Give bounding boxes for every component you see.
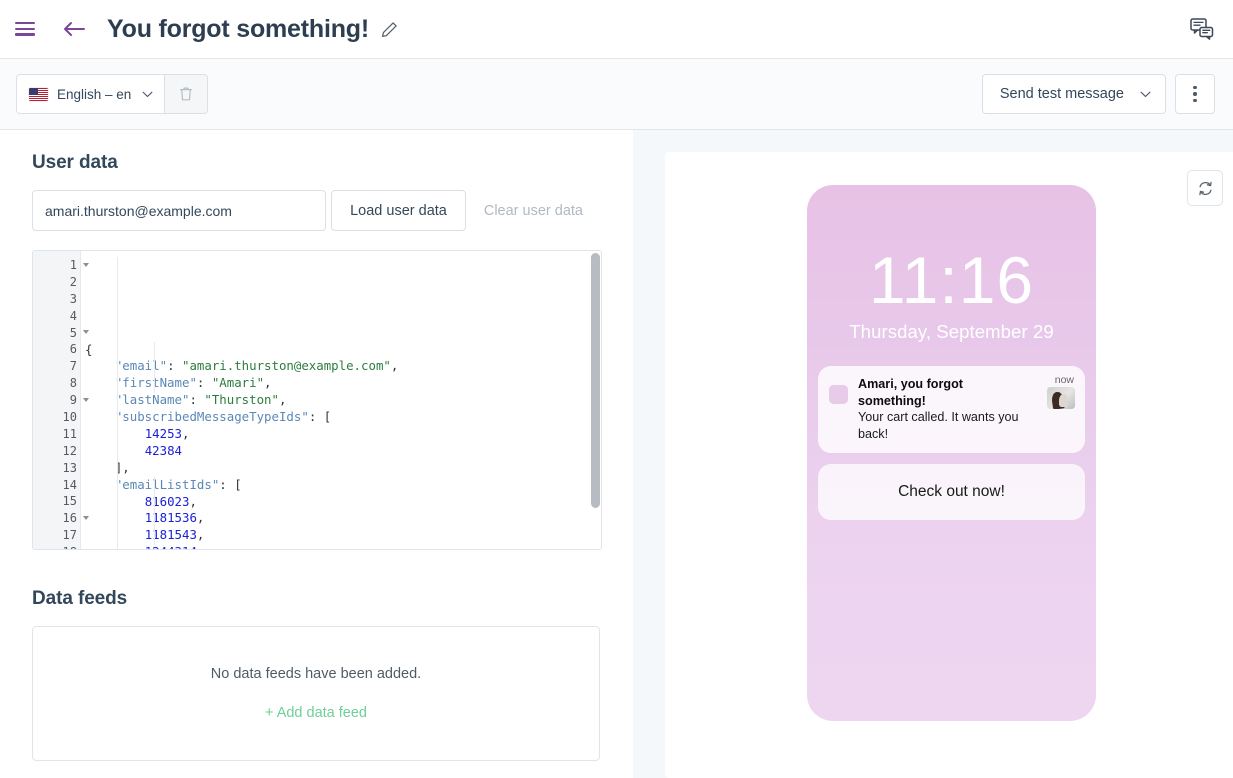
editor-line-number: 1 [33,257,89,274]
left-panel: User data Load user data Clear user data… [0,130,633,778]
editor-code-line: 14253, [144,425,190,441]
thumbnail-shape [1059,394,1068,407]
preview-card: 11:16 Thursday, September 29 Amari, you … [665,152,1233,778]
hamburger-menu-icon[interactable] [15,22,35,36]
editor-line-number: 2 [69,274,77,289]
refresh-sync-icon [1198,181,1212,195]
editor-line-number: 17 [62,528,77,543]
trash-icon [180,87,193,101]
hamburger-bar [15,27,35,30]
editor-vertical-scrollbar[interactable] [591,253,600,508]
notification-body: Amari, you forgot something! Your cart c… [858,376,1074,442]
kebab-dot [1193,98,1197,103]
flag-canton [29,87,38,95]
editor-code-line: "lastName": "Thurston", [114,392,287,408]
editor-code-line: 1244314 [85,544,601,549]
topbar-actions [1189,16,1215,42]
send-test-message-button[interactable]: Send test message [981,74,1166,114]
sub-toolbar: English – en Send test message [0,59,1233,130]
user-email-input[interactable] [32,190,327,231]
more-options-button[interactable] [1175,74,1215,114]
editor-code-line: "subscribedMessageTypeIds": [ [114,409,332,425]
editor-code-line: ], [114,459,130,475]
phone-lockscreen-preview: 11:16 Thursday, September 29 Amari, you … [807,185,1096,721]
hamburger-bar [15,22,35,25]
editor-line-number: 8 [69,376,77,391]
data-feeds-heading: Data feeds [32,588,128,609]
editor-code-line: "email": "amari.thurston@example.com", [114,358,399,374]
indent-guide [154,342,155,393]
lockscreen-time: 11:16 [868,243,1035,317]
editor-line-number: 15 [62,494,77,509]
back-arrow-icon[interactable] [61,16,87,42]
editor-line-number: 5 [33,325,89,342]
kebab-dot [1193,92,1197,96]
main-content: User data Load user data Clear user data… [0,130,1233,778]
notification-text: Your cart called. It wants you back! [858,410,1019,441]
user-data-controls: Load user data Clear user data [32,190,601,231]
notification-card[interactable]: Amari, you forgot something! Your cart c… [818,366,1085,454]
notification-timestamp: now [1054,374,1074,386]
editor-line-number: 4 [69,308,77,323]
json-code-editor[interactable]: 123456789101112131415161718 { "email": "… [32,250,602,550]
pencil-edit-icon[interactable] [380,19,400,39]
editor-line-number: 10 [62,410,77,425]
editor-code-line: { [85,341,93,357]
editor-line-number: 13 [62,460,77,475]
subbar-actions: Send test message [981,74,1215,114]
editor-line-number: 18 [33,544,80,549]
editor-line-number: 14 [62,477,77,492]
language-control-group: English – en [16,74,209,114]
editor-line-number: 16 [33,510,89,527]
app-badge-icon [829,385,848,404]
chevron-down-icon [1140,91,1151,97]
right-preview-panel: 11:16 Thursday, September 29 Amari, you … [633,130,1233,778]
clear-user-data-button[interactable]: Clear user data [466,190,601,231]
editor-code-line: 816023, [144,493,197,509]
editor-code-line: 42384 [144,442,182,458]
comment-bubbles-icon[interactable] [1189,16,1215,42]
editor-code-line: "firstName": "Amari", [114,375,272,391]
chevron-down-icon [142,91,153,97]
user-data-heading: User data [32,152,118,173]
lockscreen-date: Thursday, September 29 [849,321,1054,342]
notification-cta-card[interactable]: Check out now! [818,464,1085,521]
load-user-data-button[interactable]: Load user data [331,190,466,231]
editor-code-line: 1181536, [144,510,205,526]
indent-guide [154,477,155,545]
editor-line-number: 9 [33,392,89,409]
us-flag-icon [29,87,48,101]
top-bar: You forgot something! [0,0,1233,59]
add-data-feed-button[interactable]: + Add data feed [259,704,373,722]
editor-line-numbers: 123456789101112131415161718 [33,251,89,549]
send-test-message-label: Send test message [999,86,1124,102]
refresh-preview-button[interactable] [1187,170,1223,206]
kebab-dot [1193,85,1197,90]
language-label: English – en [57,86,132,102]
editor-code-line: "emailListIds": [ [114,476,242,492]
editor-line-number: 3 [69,291,77,306]
delete-language-button[interactable] [164,75,208,113]
hamburger-bar [15,33,35,36]
editor-line-number: 6 [69,342,77,357]
editor-line-number: 12 [62,443,77,458]
editor-code-line: 1181543, [144,527,205,543]
editor-code-content[interactable]: { "email": "amari.thurston@example.com",… [81,251,601,549]
data-feeds-empty-text: No data feeds have been added. [210,665,422,682]
language-selector[interactable]: English – en [17,75,165,113]
data-feeds-empty-box: No data feeds have been added. + Add dat… [32,626,600,761]
kebab-menu-icon [1193,84,1197,104]
notification-cta-label: Check out now! [898,483,1005,501]
page-title: You forgot something! [107,14,369,43]
editor-line-number: 11 [62,426,77,441]
editor-line-number: 7 [69,359,77,374]
notification-title: Amari, you forgot something! [858,377,963,408]
notification-thumbnail-image [1047,387,1075,409]
indent-guide [117,257,118,549]
